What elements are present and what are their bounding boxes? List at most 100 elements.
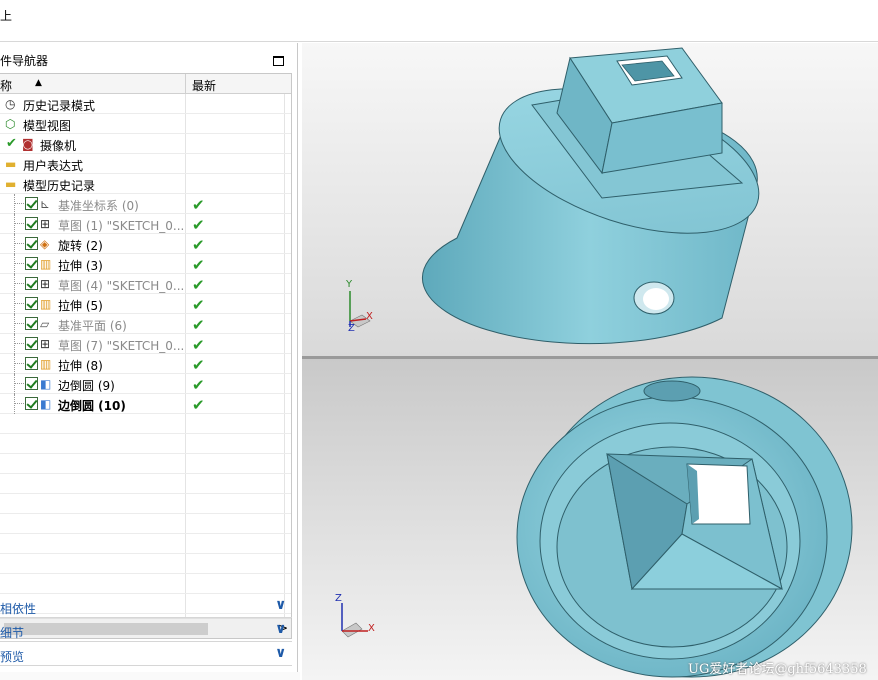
tree-row-label: 旋转 (2) xyxy=(58,239,103,253)
tree-row[interactable]: ◧ 边倒圆 (10) ✔ xyxy=(0,394,291,414)
panel-dependencies[interactable]: 相依性 ∨ xyxy=(0,596,292,618)
column-name-header[interactable]: 称 xyxy=(0,77,12,94)
panel-dependencies-label: 相依性 xyxy=(0,602,37,616)
tree-row[interactable]: ▱ 基准平面 (6) ✔ xyxy=(0,314,291,334)
tree-row[interactable]: ⊞ 草图 (4) "SKETCH_0... ✔ xyxy=(0,274,291,294)
part-model-bottom[interactable] xyxy=(302,359,878,680)
axis-z-label: Z xyxy=(348,323,355,334)
maximize-icon[interactable] xyxy=(273,56,284,66)
axis-y-label: Y xyxy=(346,279,353,290)
tree-row-empty xyxy=(0,414,291,434)
tree-row-label: 边倒圆 (10) xyxy=(58,399,126,413)
tree-row-empty xyxy=(0,434,291,454)
tree-row[interactable]: ◷ 历史记录模式 xyxy=(0,94,291,114)
latest-check-icon: ✔ xyxy=(192,196,205,214)
suppress-checkbox[interactable] xyxy=(25,357,38,370)
edge-blend-icon: ◧ xyxy=(40,377,52,391)
axis-z-label-bottom: Z xyxy=(335,593,342,604)
tree-row-label: 模型视图 xyxy=(23,119,72,133)
revolve-icon: ◈ xyxy=(40,237,50,251)
tree-row-label: 拉伸 (8) xyxy=(58,359,103,373)
tree-header: 称 ▲ 最新 xyxy=(0,74,291,94)
suppress-checkbox[interactable] xyxy=(25,297,38,310)
tree-row[interactable]: ⊾ 基准坐标系 (0) ✔ xyxy=(0,194,291,214)
suppress-checkbox[interactable] xyxy=(25,317,38,330)
tree-row[interactable]: ◈ 旋转 (2) ✔ xyxy=(0,234,291,254)
suppress-checkbox[interactable] xyxy=(25,397,38,410)
column-latest-header[interactable]: 最新 xyxy=(192,77,216,94)
suppress-checkbox[interactable] xyxy=(25,237,38,250)
tree-row[interactable]: ◧ 边倒圆 (9) ✔ xyxy=(0,374,291,394)
tree-row[interactable]: ▥ 拉伸 (5) ✔ xyxy=(0,294,291,314)
latest-check-icon: ✔ xyxy=(192,356,205,374)
sketch-icon: ⊞ xyxy=(40,217,51,231)
tree-row-empty xyxy=(0,514,291,534)
sketch-icon: ⊞ xyxy=(40,277,51,291)
tree-row[interactable]: ▬ 模型历史记录 xyxy=(0,174,291,194)
tree-row-empty xyxy=(0,474,291,494)
camera-icon: ◙ xyxy=(22,137,34,151)
folder-icon: ▬ xyxy=(5,157,17,171)
clock-icon: ◷ xyxy=(5,97,16,111)
suppress-checkbox[interactable] xyxy=(25,217,38,230)
panel-preview[interactable]: 预览 ∨ xyxy=(0,644,292,666)
tree-row-empty xyxy=(0,534,291,554)
tree-row[interactable]: ▬ 用户表达式 xyxy=(0,154,291,174)
tree-row-label: 历史记录模式 xyxy=(23,99,96,113)
panel-details-label: 细节 xyxy=(0,626,25,640)
title-text: 上 xyxy=(0,9,13,23)
suppress-checkbox[interactable] xyxy=(25,277,38,290)
tree-row[interactable]: ▥ 拉伸 (8) ✔ xyxy=(0,354,291,374)
folder-open-icon: ▬ xyxy=(5,177,17,191)
extrude-icon: ▥ xyxy=(40,257,52,271)
latest-check-icon: ✔ xyxy=(192,336,205,354)
tree-row[interactable]: ✔ ◙ 摄像机 xyxy=(0,134,291,154)
tree-row[interactable]: ⊞ 草图 (7) "SKETCH_0... ✔ xyxy=(0,334,291,354)
tree-row-label: 草图 (1) "SKETCH_0... xyxy=(58,219,185,233)
suppress-checkbox[interactable] xyxy=(25,257,38,270)
part-navigator: 件导航器 称 ▲ 最新 ◷ 历史记录模式 ⬡ 模型视图 ✔ ◙ 摄像机 ▬ 用户表达式 ▬ 模型历史… xyxy=(0,43,298,680)
latest-check-icon: ✔ xyxy=(192,256,205,274)
sketch-icon: ⊞ xyxy=(40,337,51,351)
suppress-checkbox[interactable] xyxy=(25,377,38,390)
tree-row-empty xyxy=(0,454,291,474)
feature-tree: 称 ▲ 最新 ◷ 历史记录模式 ⬡ 模型视图 ✔ ◙ 摄像机 ▬ 用户表达式 ▬ 模型历史记录 ⊾ 基准… xyxy=(0,73,292,639)
axis-x-label: X xyxy=(366,311,373,322)
chevron-down-icon[interactable]: ∨ xyxy=(275,645,286,661)
axis-x-label-bottom: X xyxy=(368,623,375,634)
tree-row-empty xyxy=(0,494,291,514)
coordinate-triad-bottom xyxy=(341,603,368,638)
extrude-icon: ▥ xyxy=(40,297,52,311)
tree-row[interactable]: ⬡ 模型视图 xyxy=(0,114,291,134)
tree-row-empty xyxy=(0,574,291,594)
tree-row-label: 草图 (7) "SKETCH_0... xyxy=(58,339,185,353)
tree-row-label: 基准平面 (6) xyxy=(58,319,127,333)
check-mark-icon: ✔ xyxy=(6,136,17,151)
edge-blend-icon: ◧ xyxy=(40,397,52,411)
tree-row[interactable]: ⊞ 草图 (1) "SKETCH_0... ✔ xyxy=(0,214,291,234)
latest-check-icon: ✔ xyxy=(192,376,205,394)
model-view-icon: ⬡ xyxy=(5,117,16,131)
navigator-title: 件导航器 xyxy=(0,54,49,68)
chevron-down-icon[interactable]: ∨ xyxy=(275,621,286,637)
suppress-checkbox[interactable] xyxy=(25,197,38,210)
latest-check-icon: ✔ xyxy=(192,316,205,334)
viewport-bottom[interactable]: Z X xyxy=(302,359,878,680)
tree-row-empty xyxy=(0,554,291,574)
tree-row-label: 拉伸 (3) xyxy=(58,259,103,273)
datum-plane-icon: ▱ xyxy=(40,317,50,331)
suppress-checkbox[interactable] xyxy=(25,337,38,350)
latest-check-icon: ✔ xyxy=(192,396,205,414)
latest-check-icon: ✔ xyxy=(192,296,205,314)
viewport-isometric[interactable]: Y X Z xyxy=(302,43,878,357)
part-model-top[interactable] xyxy=(302,43,878,357)
sort-ascending-icon[interactable]: ▲ xyxy=(35,78,42,88)
graphics-window[interactable]: Y X Z Z X UG爱好者论坛@ghf5643358 xyxy=(302,43,878,680)
navigator-header: 件导航器 xyxy=(0,47,298,69)
panel-details[interactable]: 细节 ∨ xyxy=(0,620,292,642)
tree-row[interactable]: ▥ 拉伸 (3) ✔ xyxy=(0,254,291,274)
latest-check-icon: ✔ xyxy=(192,216,205,234)
latest-check-icon: ✔ xyxy=(192,276,205,294)
chevron-down-icon[interactable]: ∨ xyxy=(275,597,286,613)
tree-row-label: 草图 (4) "SKETCH_0... xyxy=(58,279,185,293)
